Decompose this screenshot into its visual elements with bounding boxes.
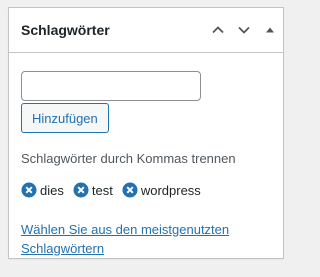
tag-label: wordpress — [140, 182, 201, 198]
tag-label: test — [91, 182, 113, 198]
remove-circle-icon — [73, 182, 89, 198]
most-used-tags-link[interactable]: Wählen Sie aus den meistgenutzten Schlag… — [21, 220, 261, 258]
remove-circle-icon — [122, 182, 138, 198]
tag-hint-text: Schlagwörter durch Kommas trennen — [21, 151, 236, 166]
tag-list: dies test wordpress — [21, 182, 271, 198]
chevron-up-icon — [212, 26, 224, 34]
panel-header: Schlagwörter — [9, 8, 283, 53]
toggle-panel-button[interactable] — [257, 12, 283, 48]
panel-title: Schlagwörter — [21, 22, 110, 38]
chevron-down-icon — [238, 26, 250, 34]
tag-label: dies — [40, 182, 64, 198]
add-tag-button[interactable]: Hinzufügen — [21, 103, 109, 133]
move-up-button[interactable] — [205, 12, 231, 48]
panel-actions — [205, 8, 283, 52]
tag-item: dies — [21, 182, 64, 198]
tag-item: test — [73, 182, 113, 198]
remove-tag-button[interactable] — [122, 182, 138, 198]
new-tag-input[interactable] — [21, 71, 201, 101]
move-down-button[interactable] — [231, 12, 257, 48]
remove-tag-button[interactable] — [73, 182, 89, 198]
panel-body: Hinzufügen Schlagwörter durch Kommas tre… — [9, 53, 283, 258]
remove-circle-icon — [21, 182, 37, 198]
tag-item: wordpress — [122, 182, 201, 198]
tags-panel: Schlagwörter Hinzufügen Schlagwörter dur — [8, 7, 284, 259]
remove-tag-button[interactable] — [21, 182, 37, 198]
triangle-up-icon — [266, 27, 274, 33]
